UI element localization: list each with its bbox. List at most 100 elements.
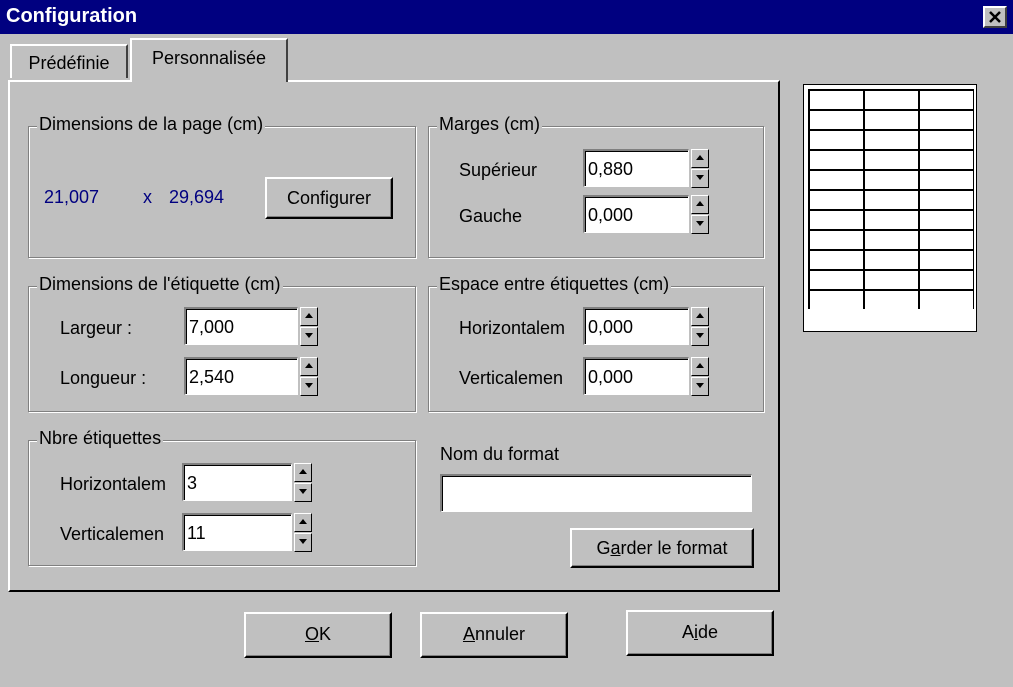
cancel-button[interactable]: Annuler: [420, 612, 568, 658]
preview-label-cell: [808, 109, 865, 131]
group-legend: Marges (cm): [437, 114, 543, 135]
tab-panel-personnalisee: Dimensions de la page (cm) 21,007 x 29,6…: [8, 80, 780, 592]
preview-label-cell: [808, 249, 865, 271]
horizontal-spacing-input[interactable]: 0,000: [583, 307, 689, 345]
group-legend: Dimensions de l'étiquette (cm): [37, 274, 283, 295]
spin-up-button[interactable]: [294, 463, 312, 482]
spin-down-button[interactable]: [294, 533, 312, 552]
preview-label-cell: [863, 189, 920, 211]
arrow-up-icon: [299, 519, 307, 524]
preview-label-cell: [863, 229, 920, 251]
preview-label-cell: [808, 89, 865, 111]
group-legend: Espace entre étiquettes (cm): [437, 274, 672, 295]
spin-up-button[interactable]: [691, 357, 709, 376]
group-legend: Dimensions de la page (cm): [37, 114, 266, 135]
arrow-up-icon: [305, 313, 313, 318]
left-margin-label: Gauche: [459, 206, 523, 226]
ok-button[interactable]: OK: [244, 612, 392, 658]
cancel-button-label: Annuler: [462, 624, 526, 644]
close-button[interactable]: [983, 6, 1007, 28]
spin-down-button[interactable]: [691, 327, 709, 346]
preview-label-cell: [918, 89, 974, 111]
horizontal-count-input[interactable]: 3: [182, 463, 292, 501]
margins-group: Marges (cm) Supérieur 0,880 Gauche 0,000: [428, 114, 764, 258]
preview-label-cell: [863, 89, 920, 111]
spin-up-button[interactable]: [300, 307, 318, 326]
group-legend: Nbre étiquettes: [37, 428, 164, 449]
preview-label-cell: [918, 149, 974, 171]
label-length-spinner: [300, 357, 318, 397]
spin-up-button[interactable]: [691, 149, 709, 168]
dimension-separator: x: [143, 187, 152, 207]
spin-down-button[interactable]: [691, 169, 709, 188]
preview-label-cell: [918, 289, 974, 309]
title-bar: Configuration: [0, 0, 1013, 34]
label-grid: [808, 89, 974, 309]
preview-label-cell: [863, 269, 920, 291]
label-length-input[interactable]: 2,540: [184, 357, 298, 395]
tab-predefinie[interactable]: Prédéfinie: [10, 44, 128, 78]
tab-label: Personnalisée: [151, 48, 267, 68]
configure-button[interactable]: Configurer: [265, 177, 393, 219]
preview-label-cell: [918, 129, 974, 151]
vertical-spacing-spinner: [691, 357, 709, 397]
tab-personnalisee[interactable]: Personnalisée: [130, 38, 288, 82]
preview-label-cell: [808, 129, 865, 151]
preview-label-cell: [918, 189, 974, 211]
window-title: Configuration: [6, 5, 138, 27]
label-layout-preview: [803, 84, 977, 332]
spin-up-button[interactable]: [691, 195, 709, 214]
preview-label-cell: [863, 209, 920, 231]
format-name-label: Nom du format: [440, 444, 560, 464]
top-margin-label: Supérieur: [459, 160, 538, 180]
page-height-value: 29,694: [169, 187, 225, 207]
horizontal-spacing-spinner: [691, 307, 709, 347]
vertical-count-label: Verticalemen: [60, 524, 165, 544]
preview-label-cell: [918, 229, 974, 251]
keep-format-button[interactable]: Garder le format: [570, 528, 754, 568]
preview-label-cell: [863, 149, 920, 171]
preview-label-cell: [863, 289, 920, 309]
preview-label-cell: [918, 109, 974, 131]
configuration-dialog: Configuration Prédéfinie Personnalisée D…: [0, 0, 1013, 687]
vertical-spacing-label: Verticalemen: [459, 368, 564, 388]
spin-up-button[interactable]: [294, 513, 312, 532]
tab-label: Prédéfinie: [28, 53, 110, 73]
label-width-input[interactable]: 7,000: [184, 307, 298, 345]
label-spacing-group: Espace entre étiquettes (cm) Horizontale…: [428, 274, 764, 412]
help-button[interactable]: Aide: [626, 610, 774, 656]
spin-down-button[interactable]: [294, 483, 312, 502]
label-dimensions-group: Dimensions de l'étiquette (cm) Largeur :…: [28, 274, 416, 412]
top-margin-input[interactable]: 0,880: [583, 149, 689, 187]
arrow-down-icon: [696, 221, 704, 226]
format-name-input[interactable]: [440, 474, 752, 512]
spin-down-button[interactable]: [300, 377, 318, 396]
preview-label-cell: [808, 189, 865, 211]
arrow-down-icon: [696, 333, 704, 338]
vertical-spacing-input[interactable]: 0,000: [583, 357, 689, 395]
spin-down-button[interactable]: [300, 327, 318, 346]
preview-label-cell: [808, 269, 865, 291]
vertical-count-spinner: [294, 513, 312, 553]
preview-label-cell: [808, 229, 865, 251]
arrow-down-icon: [305, 333, 313, 338]
keep-format-button-label: Garder le format: [596, 538, 728, 558]
horizontal-count-spinner: [294, 463, 312, 503]
horizontal-spacing-label: Horizontalem: [459, 318, 566, 338]
preview-label-cell: [918, 249, 974, 271]
preview-label-cell: [863, 129, 920, 151]
vertical-count-input[interactable]: 11: [182, 513, 292, 551]
preview-label-cell: [918, 209, 974, 231]
arrow-up-icon: [696, 155, 704, 160]
spin-down-button[interactable]: [691, 377, 709, 396]
arrow-down-icon: [696, 175, 704, 180]
help-button-label: Aide: [681, 622, 719, 642]
spin-down-button[interactable]: [691, 215, 709, 234]
preview-label-cell: [918, 169, 974, 191]
label-count-group: Nbre étiquettes Horizontalem 3 Verticale…: [28, 428, 416, 566]
spin-up-button[interactable]: [300, 357, 318, 376]
label-width-label: Largeur :: [60, 318, 133, 338]
left-margin-input[interactable]: 0,000: [583, 195, 689, 233]
spin-up-button[interactable]: [691, 307, 709, 326]
arrow-up-icon: [696, 363, 704, 368]
